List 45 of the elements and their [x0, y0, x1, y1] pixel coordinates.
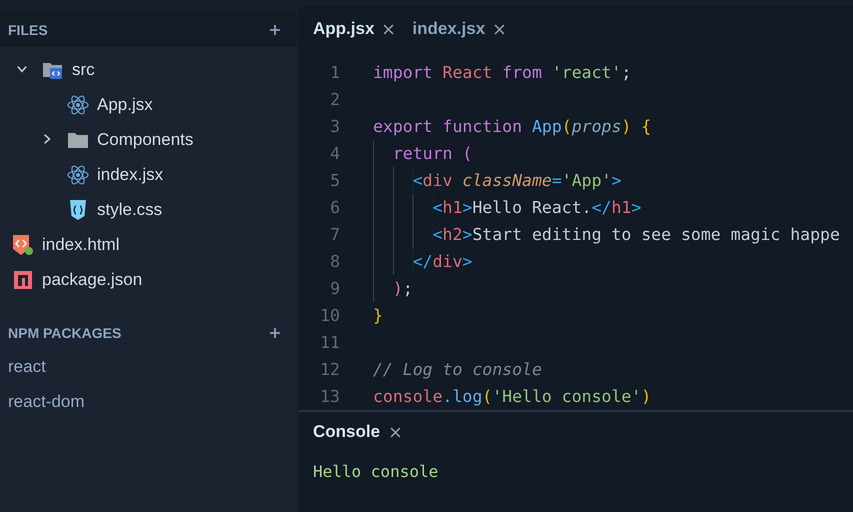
atom-icon	[67, 164, 89, 186]
file-tree-item[interactable]: style.css	[0, 192, 297, 227]
line-number: 12	[319, 360, 340, 379]
code-line: console.log('Hello console')	[373, 386, 652, 408]
code-line: // Log to console	[373, 359, 542, 381]
file-tree-item[interactable]: src	[0, 52, 297, 87]
chevron-icon[interactable]	[16, 63, 28, 75]
add-icon[interactable]	[269, 24, 281, 36]
line-number: 6	[329, 198, 340, 217]
atom-icon	[67, 94, 89, 116]
line-number: 1	[329, 63, 340, 82]
package-icon	[12, 268, 34, 290]
package-item[interactable]: react	[0, 350, 297, 385]
file-tree-item[interactable]: Components	[0, 122, 297, 157]
file-tree-item[interactable]: index.jsx	[0, 157, 297, 192]
line-number: 7	[329, 225, 340, 244]
html-file-icon	[12, 234, 34, 256]
close-icon[interactable]	[494, 24, 506, 34]
line-number: 10	[319, 306, 340, 325]
package-item[interactable]: react-dom	[0, 385, 297, 420]
line-number: 3	[329, 117, 340, 136]
file-tree-item[interactable]: package.json	[0, 262, 297, 297]
line-number: 2	[329, 90, 340, 109]
line-number: 5	[329, 171, 340, 190]
line-number: 8	[329, 252, 340, 271]
line-number: 13	[319, 387, 340, 406]
console-output: Hello console	[313, 462, 440, 481]
line-number: 11	[319, 333, 340, 352]
line-number: 4	[329, 144, 340, 163]
code-line: import React from 'react';	[373, 62, 632, 84]
packages-heading: NPM PACKAGES	[8, 324, 122, 340]
close-icon[interactable]	[383, 24, 394, 34]
file-tab[interactable]: App.jsx	[313, 16, 394, 42]
files-heading: FILES	[8, 22, 48, 38]
console-tab[interactable]: Console	[313, 422, 402, 442]
add-icon[interactable]	[269, 326, 281, 338]
chevron-icon[interactable]	[41, 133, 53, 145]
code-line: }	[373, 305, 383, 327]
close-icon[interactable]	[390, 426, 402, 438]
css-file-icon	[67, 198, 89, 220]
file-tree-item[interactable]: App.jsx	[0, 87, 297, 122]
code-line: export function App(props) {	[373, 116, 652, 138]
file-tree-item[interactable]: index.html	[0, 227, 297, 262]
file-tab[interactable]: index.jsx	[412, 16, 506, 42]
line-number: 9	[329, 279, 340, 298]
